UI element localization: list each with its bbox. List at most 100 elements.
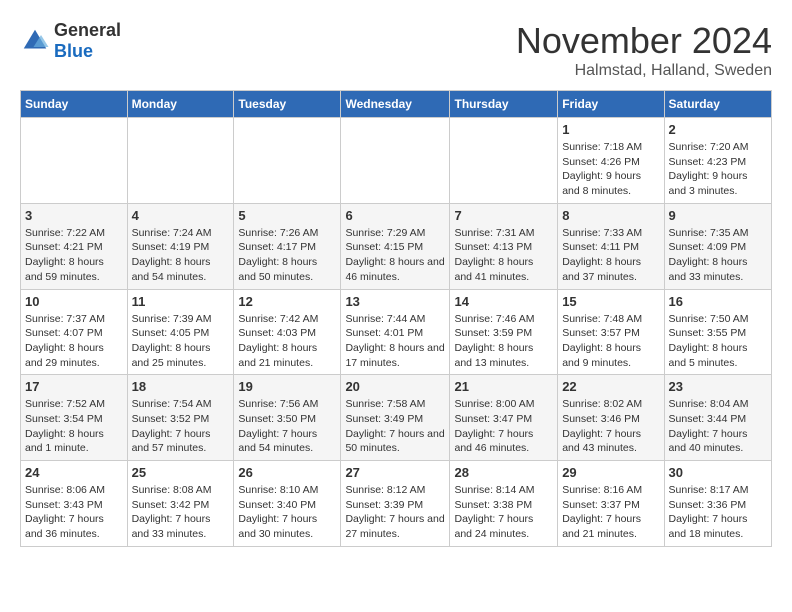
calendar-cell: 23 Sunrise: 8:04 AMSunset: 3:44 PMDayligh… xyxy=(664,375,771,461)
page-header: General Blue November 2024 Halmstad, Hal… xyxy=(20,20,772,80)
week-row-4: 17Sunrise: 7:52 AMSunset: 3:54 PMDayligh… xyxy=(21,375,772,461)
day-info: Sunrise: 7:24 AMSunset: 4:19 PMDaylight:… xyxy=(132,226,230,285)
day-number: 28 xyxy=(454,465,553,480)
day-number: 15 xyxy=(562,294,659,309)
calendar-cell: 24 Sunrise: 8:06 AMSunset: 3:43 PMDayligh… xyxy=(21,461,128,547)
calendar-cell: 1 Sunrise: 7:18 AMSunset: 4:26 PMDaylight… xyxy=(558,118,664,204)
day-number: 29 xyxy=(562,465,659,480)
calendar-cell xyxy=(450,118,558,204)
day-number: 11 xyxy=(132,294,230,309)
day-info: Sunrise: 7:33 AMSunset: 4:11 PMDaylight:… xyxy=(562,226,659,285)
day-number: 16 xyxy=(669,294,767,309)
day-info: Sunrise: 8:04 AMSunset: 3:44 PMDaylight:… xyxy=(669,397,767,456)
calendar-cell: 30 Sunrise: 8:17 AMSunset: 3:36 PMDayligh… xyxy=(664,461,771,547)
day-info: Sunrise: 8:02 AMSunset: 3:46 PMDaylight:… xyxy=(562,397,659,456)
weekday-header-wednesday: Wednesday xyxy=(341,91,450,118)
weekday-header-monday: Monday xyxy=(127,91,234,118)
day-number: 12 xyxy=(238,294,336,309)
calendar-cell: 27 Sunrise: 8:12 AMSunset: 3:39 PMDayligh… xyxy=(341,461,450,547)
day-number: 13 xyxy=(345,294,445,309)
calendar-cell: 13 Sunrise: 7:44 AMSunset: 4:01 PMDayligh… xyxy=(341,289,450,375)
day-info: Sunrise: 7:42 AMSunset: 4:03 PMDaylight:… xyxy=(238,312,336,371)
calendar-cell xyxy=(21,118,128,204)
day-number: 27 xyxy=(345,465,445,480)
day-info: Sunrise: 7:26 AMSunset: 4:17 PMDaylight:… xyxy=(238,226,336,285)
calendar-cell: 5 Sunrise: 7:26 AMSunset: 4:17 PMDaylight… xyxy=(234,203,341,289)
day-info: Sunrise: 7:46 AMSunset: 3:59 PMDaylight:… xyxy=(454,312,553,371)
calendar-cell: 10 Sunrise: 7:37 AMSunset: 4:07 PMDayligh… xyxy=(21,289,128,375)
day-info: Sunrise: 7:20 AMSunset: 4:23 PMDaylight:… xyxy=(669,140,767,199)
day-number: 4 xyxy=(132,208,230,223)
logo-general: General xyxy=(54,20,121,41)
day-number: 26 xyxy=(238,465,336,480)
day-info: Sunrise: 7:54 AMSunset: 3:52 PMDaylight:… xyxy=(132,397,230,456)
day-number: 30 xyxy=(669,465,767,480)
logo: General Blue xyxy=(20,20,121,62)
day-info: Sunrise: 8:16 AMSunset: 3:37 PMDaylight:… xyxy=(562,483,659,542)
calendar-cell: 9 Sunrise: 7:35 AMSunset: 4:09 PMDaylight… xyxy=(664,203,771,289)
calendar-cell: 4 Sunrise: 7:24 AMSunset: 4:19 PMDaylight… xyxy=(127,203,234,289)
logo-blue: Blue xyxy=(54,41,121,62)
day-info: Sunrise: 8:17 AMSunset: 3:36 PMDaylight:… xyxy=(669,483,767,542)
calendar-cell: 8 Sunrise: 7:33 AMSunset: 4:11 PMDaylight… xyxy=(558,203,664,289)
logo-icon xyxy=(20,26,50,56)
calendar-cell: 12 Sunrise: 7:42 AMSunset: 4:03 PMDayligh… xyxy=(234,289,341,375)
calendar-table: SundayMondayTuesdayWednesdayThursdayFrid… xyxy=(20,90,772,547)
weekday-header-saturday: Saturday xyxy=(664,91,771,118)
day-number: 1 xyxy=(562,122,659,137)
day-number: 22 xyxy=(562,379,659,394)
weekday-header-friday: Friday xyxy=(558,91,664,118)
calendar-cell: 17Sunrise: 7:52 AMSunset: 3:54 PMDayligh… xyxy=(21,375,128,461)
day-info: Sunrise: 8:00 AMSunset: 3:47 PMDaylight:… xyxy=(454,397,553,456)
day-number: 8 xyxy=(562,208,659,223)
day-number: 14 xyxy=(454,294,553,309)
day-info: Sunrise: 8:10 AMSunset: 3:40 PMDaylight:… xyxy=(238,483,336,542)
day-info: Sunrise: 7:35 AMSunset: 4:09 PMDaylight:… xyxy=(669,226,767,285)
calendar-cell: 19 Sunrise: 7:56 AMSunset: 3:50 PMDayligh… xyxy=(234,375,341,461)
day-info: Sunrise: 8:14 AMSunset: 3:38 PMDaylight:… xyxy=(454,483,553,542)
day-number: 10 xyxy=(25,294,123,309)
day-info: Sunrise: 7:18 AMSunset: 4:26 PMDaylight:… xyxy=(562,140,659,199)
calendar-cell: 14 Sunrise: 7:46 AMSunset: 3:59 PMDayligh… xyxy=(450,289,558,375)
day-number: 25 xyxy=(132,465,230,480)
calendar-cell: 7Sunrise: 7:31 AMSunset: 4:13 PMDaylight… xyxy=(450,203,558,289)
day-info: Sunrise: 7:50 AMSunset: 3:55 PMDaylight:… xyxy=(669,312,767,371)
weekday-header-tuesday: Tuesday xyxy=(234,91,341,118)
week-row-1: 1 Sunrise: 7:18 AMSunset: 4:26 PMDaylight… xyxy=(21,118,772,204)
day-number: 21 xyxy=(454,379,553,394)
day-number: 17 xyxy=(25,379,123,394)
location-title: Halmstad, Halland, Sweden xyxy=(516,62,772,80)
day-info: Sunrise: 7:56 AMSunset: 3:50 PMDaylight:… xyxy=(238,397,336,456)
day-number: 6 xyxy=(345,208,445,223)
calendar-cell: 22 Sunrise: 8:02 AMSunset: 3:46 PMDayligh… xyxy=(558,375,664,461)
week-row-5: 24 Sunrise: 8:06 AMSunset: 3:43 PMDayligh… xyxy=(21,461,772,547)
day-number: 24 xyxy=(25,465,123,480)
calendar-cell: 6Sunrise: 7:29 AMSunset: 4:15 PMDaylight… xyxy=(341,203,450,289)
calendar-cell: 29 Sunrise: 8:16 AMSunset: 3:37 PMDayligh… xyxy=(558,461,664,547)
day-number: 5 xyxy=(238,208,336,223)
day-info: Sunrise: 7:44 AMSunset: 4:01 PMDaylight:… xyxy=(345,312,445,371)
day-info: Sunrise: 8:12 AMSunset: 3:39 PMDaylight:… xyxy=(345,483,445,542)
calendar-cell: 11 Sunrise: 7:39 AMSunset: 4:05 PMDayligh… xyxy=(127,289,234,375)
day-number: 18 xyxy=(132,379,230,394)
day-info: Sunrise: 7:39 AMSunset: 4:05 PMDaylight:… xyxy=(132,312,230,371)
day-info: Sunrise: 7:22 AMSunset: 4:21 PMDaylight:… xyxy=(25,226,123,285)
calendar-cell: 18 Sunrise: 7:54 AMSunset: 3:52 PMDayligh… xyxy=(127,375,234,461)
calendar-cell: 20 Sunrise: 7:58 AMSunset: 3:49 PMDayligh… xyxy=(341,375,450,461)
calendar-cell: 3 Sunrise: 7:22 AMSunset: 4:21 PMDaylight… xyxy=(21,203,128,289)
week-row-3: 10 Sunrise: 7:37 AMSunset: 4:07 PMDayligh… xyxy=(21,289,772,375)
weekday-header-thursday: Thursday xyxy=(450,91,558,118)
day-info: Sunrise: 7:37 AMSunset: 4:07 PMDaylight:… xyxy=(25,312,123,371)
day-number: 19 xyxy=(238,379,336,394)
day-number: 9 xyxy=(669,208,767,223)
day-info: Sunrise: 8:06 AMSunset: 3:43 PMDaylight:… xyxy=(25,483,123,542)
day-number: 7 xyxy=(454,208,553,223)
day-info: Sunrise: 7:48 AMSunset: 3:57 PMDaylight:… xyxy=(562,312,659,371)
day-number: 20 xyxy=(345,379,445,394)
calendar-cell: 16 Sunrise: 7:50 AMSunset: 3:55 PMDayligh… xyxy=(664,289,771,375)
day-info: Sunrise: 7:58 AMSunset: 3:49 PMDaylight:… xyxy=(345,397,445,456)
day-number: 3 xyxy=(25,208,123,223)
calendar-cell: 21 Sunrise: 8:00 AMSunset: 3:47 PMDayligh… xyxy=(450,375,558,461)
day-number: 23 xyxy=(669,379,767,394)
calendar-cell: 2Sunrise: 7:20 AMSunset: 4:23 PMDaylight… xyxy=(664,118,771,204)
